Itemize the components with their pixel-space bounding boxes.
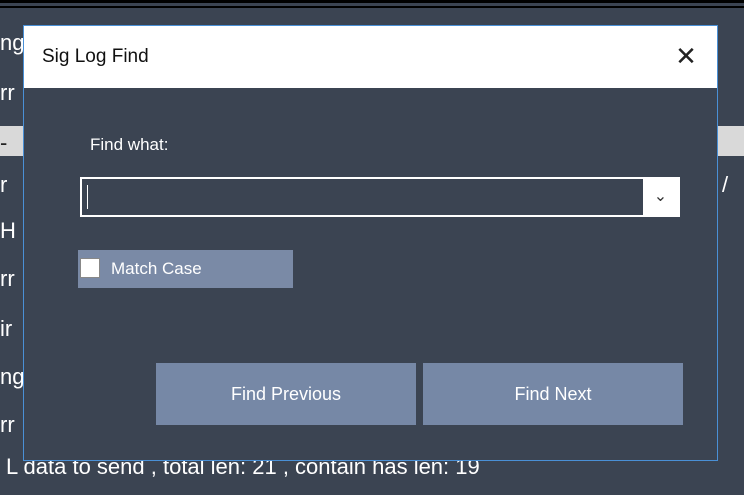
match-case-label: Match Case xyxy=(111,259,202,278)
top-border xyxy=(0,0,744,3)
find-dialog: Sig Log Find ✕ Find what: ⌄ Match Case F… xyxy=(23,25,718,461)
log-line: H xyxy=(0,218,16,243)
log-line: ir xyxy=(0,316,13,341)
close-icon[interactable]: ✕ xyxy=(664,36,708,76)
match-case-checkbox[interactable] xyxy=(80,258,100,278)
find-combobox[interactable]: ⌄ xyxy=(80,177,680,217)
dialog-titlebar[interactable]: Sig Log Find ✕ xyxy=(24,26,717,88)
log-line: rr xyxy=(0,266,15,291)
log-fragment: / xyxy=(722,172,729,197)
find-previous-button[interactable]: Find Previous xyxy=(156,363,416,425)
log-line: - xyxy=(0,130,8,155)
log-line: ng xyxy=(0,30,25,55)
match-case-option[interactable]: Match Case xyxy=(78,250,293,288)
text-caret xyxy=(87,185,88,209)
log-line: ng xyxy=(0,364,25,389)
find-what-label: Find what: xyxy=(90,135,169,154)
dialog-title: Sig Log Find xyxy=(42,46,149,67)
log-line: rr xyxy=(0,80,15,105)
find-next-button[interactable]: Find Next xyxy=(423,363,683,425)
chevron-down-icon[interactable]: ⌄ xyxy=(643,179,678,215)
log-line: rr xyxy=(0,412,15,437)
find-input[interactable] xyxy=(82,179,654,215)
log-line: r xyxy=(0,172,8,197)
